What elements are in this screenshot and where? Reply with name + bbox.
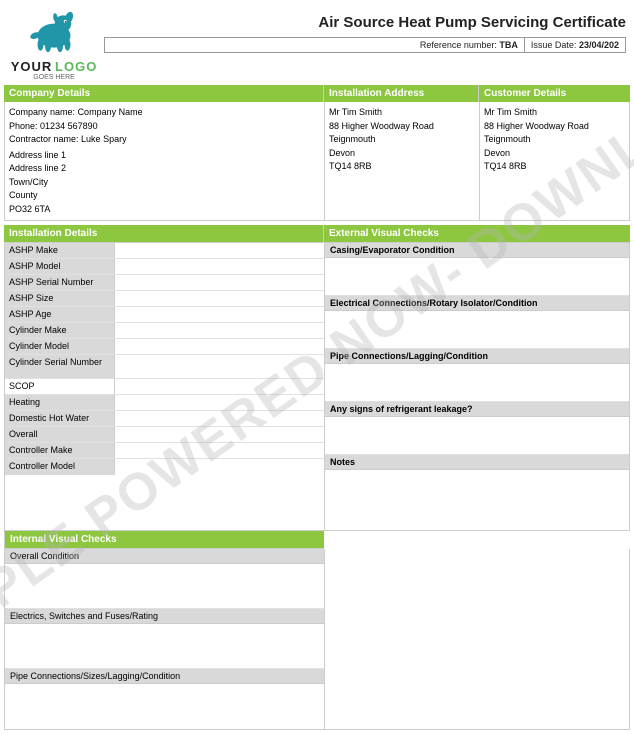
refrigerant-value [325,417,629,455]
title-area: Air Source Heat Pump Servicing Certifica… [104,4,630,53]
field-cylinder-model: Cylinder Model [5,339,324,355]
installation-details-panel: ASHP Make ASHP Model ASHP Serial Number … [4,242,324,531]
header: YOUR LOGO GOES HERE Air Source Heat Pump… [4,4,630,81]
field-scop: SCOP [5,379,324,395]
mid-section: ASHP Make ASHP Model ASHP Serial Number … [4,242,630,531]
electrical-value [325,311,629,349]
field-ashp-make: ASHP Make [5,243,324,259]
refrigerant-label: Any signs of refrigerant leakage? [325,402,629,417]
logo-goes: GOES HERE [33,74,75,81]
field-ashp-age: ASHP Age [5,307,324,323]
casing-value [325,258,629,296]
casing-label: Casing/Evaporator Condition [325,243,629,258]
customer-data: Mr Tim Smith 88 Higher Woodway Road Teig… [480,102,629,220]
top-section-headers: Company Details Installation Address Cus… [4,85,630,102]
install-details-header: Installation Details [4,225,324,242]
ivc-overall-value [5,564,324,609]
company-address: Address line 1 Address line 2 Town/City … [9,149,320,217]
ext-visual-header: External Visual Checks [324,225,630,242]
ivc-electrics: Electrics, Switches and Fuses/Rating [5,609,324,669]
install-address-header: Installation Address [324,85,479,102]
field-ashp-serial: ASHP Serial Number [5,275,324,291]
company-data: Company name: Company Name Phone: 01234 … [5,102,325,220]
ivc-pipe-value [5,684,324,729]
electrical-label: Electrical Connections/Rotary Isolator/C… [325,296,629,311]
pipe-connections-label: Pipe Connections/Lagging/Condition [325,349,629,364]
top-data-row: Company name: Company Name Phone: 01234 … [4,102,630,221]
logo-your: YOUR LOGO [11,59,98,74]
page: SAMPLE POWERED NOW- DOWNLOAD YOUR LO [0,0,634,734]
field-controller-make: Controller Make [5,443,324,459]
ref-issue-bar: Reference number: TBA Issue Date: 23/04/… [104,37,626,53]
install-address-data: Mr Tim Smith 88 Higher Woodway Road Teig… [325,102,480,220]
field-controller-model: Controller Model [5,459,324,475]
company-name: Company name: Company Name [9,106,320,120]
ivc-header: Internal Visual Checks [4,531,324,549]
field-dhw: Domestic Hot Water [5,411,324,427]
field-heating: Heating [5,395,324,411]
logo-icon [24,4,84,59]
notes-value [325,470,629,530]
issue-value: 23/04/202 [579,40,619,50]
company-phone: Phone: 01234 567890 [9,120,320,134]
company-header: Company Details [4,85,324,102]
ivc-pipe: Pipe Connections/Sizes/Lagging/Condition [5,669,324,729]
customer-header: Customer Details [479,85,630,102]
field-ashp-size: ASHP Size [5,291,324,307]
external-visual-panel: Casing/Evaporator Condition Electrical C… [324,242,630,531]
field-overall: Overall [5,427,324,443]
reference-cell: Reference number: TBA [414,38,525,52]
bot-right-panel [324,549,630,730]
issue-cell: Issue Date: 23/04/202 [525,38,625,52]
ivc-panel: Overall Condition Electrics, Switches an… [4,549,324,730]
notes-label: Notes [325,455,629,470]
company-contractor: Contractor name: Luke Spary [9,133,320,147]
mid-section-headers: Installation Details External Visual Che… [4,225,630,242]
cert-title: Air Source Heat Pump Servicing Certifica… [104,14,626,31]
pipe-connections-value [325,364,629,402]
ivc-overall: Overall Condition [5,549,324,609]
field-cylinder-serial: Cylinder Serial Number [5,355,324,379]
reference-value: TBA [499,40,518,50]
logo-area: YOUR LOGO GOES HERE [4,4,104,81]
ivc-electrics-value [5,624,324,669]
bottom-section: Overall Condition Electrics, Switches an… [4,549,630,730]
field-ashp-model: ASHP Model [5,259,324,275]
field-cylinder-make: Cylinder Make [5,323,324,339]
